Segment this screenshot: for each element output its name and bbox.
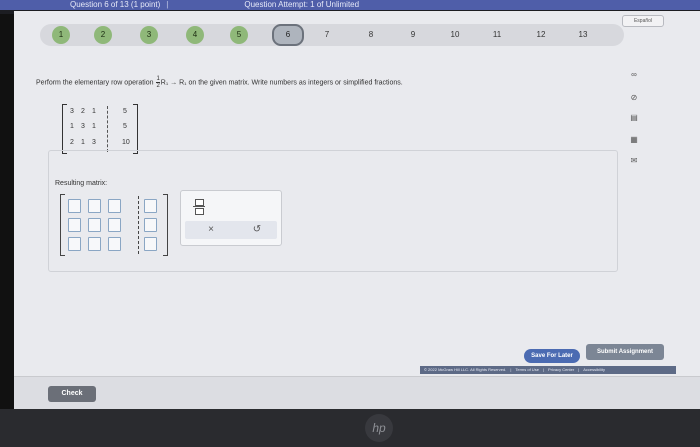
matrix-entry: 5 xyxy=(123,108,127,115)
answer-augment-divider xyxy=(138,196,139,254)
matrix-row: 3 2 1 5 xyxy=(69,108,135,122)
answer-cell[interactable] xyxy=(88,237,101,251)
result-label: Resulting matrix: xyxy=(55,180,108,187)
terms-link[interactable]: Terms of Use xyxy=(515,367,539,372)
matrix-entry: 5 xyxy=(123,123,127,130)
matrix-entry: 3 xyxy=(70,108,74,115)
undo-icon[interactable]: ↺ xyxy=(247,221,267,239)
matrix-entry: 1 xyxy=(92,123,96,130)
answer-cell[interactable] xyxy=(68,218,81,232)
instruction-suffix: on the given matrix. Write numbers as in… xyxy=(188,79,403,87)
page-button-11[interactable]: 11 xyxy=(488,26,506,44)
fraction-numerator: 1 xyxy=(156,76,160,82)
matrix-entry: 1 xyxy=(81,139,85,146)
privacy-link[interactable]: Privacy Center xyxy=(548,367,574,372)
page-button-4[interactable]: 4 xyxy=(186,26,204,44)
matrix-entry: 3 xyxy=(81,123,85,130)
calculator-icon[interactable]: ▦ xyxy=(628,135,640,145)
matrix-entry: 1 xyxy=(92,108,96,115)
given-matrix: 3 2 1 5 1 3 1 5 2 1 3 10 xyxy=(62,104,138,154)
augment-divider xyxy=(107,106,108,152)
answer-cell[interactable] xyxy=(108,237,121,251)
matrix-entry: 3 xyxy=(92,139,96,146)
matrix-row: 1 3 1 5 xyxy=(69,123,135,137)
answer-cell[interactable] xyxy=(108,199,121,213)
page-button-13[interactable]: 13 xyxy=(574,26,592,44)
book-icon[interactable]: ▤ xyxy=(628,113,640,123)
footer-links: © 2022 McGraw Hill LLC. All Rights Reser… xyxy=(420,366,676,374)
page-button-7[interactable]: 7 xyxy=(318,26,336,44)
page-button-2[interactable]: 2 xyxy=(94,26,112,44)
page-button-8[interactable]: 8 xyxy=(362,26,380,44)
message-icon[interactable]: ✉ xyxy=(628,156,640,166)
page-button-6[interactable]: 6 xyxy=(272,24,304,46)
attempt-label: Question Attempt: 1 of Unlimited xyxy=(244,0,360,9)
laptop-keyboard-area xyxy=(0,409,700,447)
top-bar: Question 6 of 13 (1 point) | Question Atte… xyxy=(0,0,700,10)
scalar-fraction: 12 xyxy=(156,76,160,89)
answer-cell[interactable] xyxy=(144,218,157,232)
matrix-entry: 2 xyxy=(70,139,74,146)
answer-cell[interactable] xyxy=(144,237,157,251)
matrix-entry: 10 xyxy=(122,139,130,146)
eye-icon[interactable]: ⊘ xyxy=(628,93,640,103)
page-button-1[interactable]: 1 xyxy=(52,26,70,44)
check-button[interactable]: Check xyxy=(48,386,96,402)
page-button-3[interactable]: 3 xyxy=(140,26,158,44)
row-operation: R₁ → R₁ xyxy=(160,79,187,87)
copyright-text: © 2022 McGraw Hill LLC. All Rights Reser… xyxy=(424,367,507,372)
hp-logo: hp xyxy=(365,414,393,442)
page-button-12[interactable]: 12 xyxy=(532,26,550,44)
math-palette: × ↺ xyxy=(180,190,282,246)
question-label: Question 6 of 13 (1 point) xyxy=(70,0,161,9)
answer-cell[interactable] xyxy=(144,199,157,213)
language-button[interactable]: Español xyxy=(622,15,664,27)
palette-actions: × ↺ xyxy=(185,221,277,239)
clear-icon[interactable]: × xyxy=(201,221,221,239)
problem-instruction: Perform the elementary row operation 12R… xyxy=(36,76,403,89)
page-button-5[interactable]: 5 xyxy=(230,26,248,44)
answer-cell[interactable] xyxy=(88,218,101,232)
matrix-entry: 2 xyxy=(81,108,85,115)
answer-cell[interactable] xyxy=(68,199,81,213)
answer-cell[interactable] xyxy=(88,199,101,213)
submit-assignment-button[interactable]: Submit Assignment xyxy=(586,344,664,360)
accessibility-link[interactable]: Accessibility xyxy=(583,367,605,372)
answer-matrix xyxy=(60,194,168,256)
fraction-icon[interactable] xyxy=(193,199,205,215)
matrix-entry: 1 xyxy=(70,123,74,130)
fraction-denominator: 2 xyxy=(156,82,160,89)
save-for-later-button[interactable]: Save For Later xyxy=(524,349,580,363)
page-button-9[interactable]: 9 xyxy=(404,26,422,44)
instruction-prefix: Perform the elementary row operation xyxy=(36,79,154,87)
page-button-10[interactable]: 10 xyxy=(446,26,464,44)
answer-cell[interactable] xyxy=(68,237,81,251)
infinity-icon[interactable]: ∞ xyxy=(628,70,640,80)
answer-cell[interactable] xyxy=(108,218,121,232)
